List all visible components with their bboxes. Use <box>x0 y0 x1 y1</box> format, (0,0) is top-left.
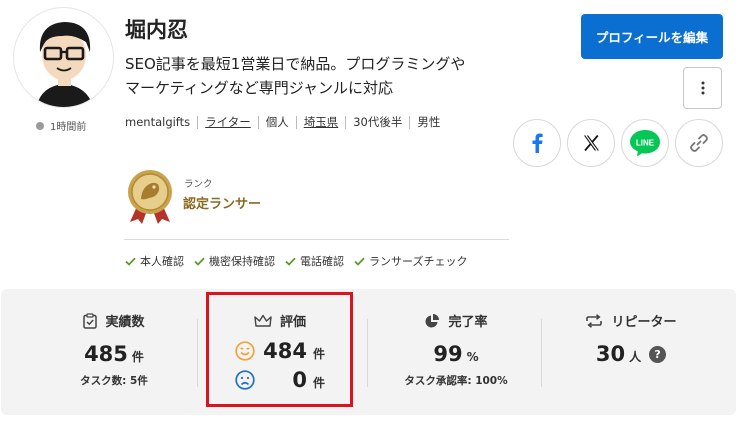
edit-profile-button[interactable]: プロフィールを編集 <box>581 14 723 59</box>
sad-face-icon <box>235 370 255 390</box>
last-login-status: 1時間前 <box>36 118 86 133</box>
meta-divider <box>345 115 347 129</box>
stat-achievements-unit: 件 <box>131 350 144 364</box>
check-icon <box>125 257 136 266</box>
profile-name: 堀内忍 <box>125 18 188 42</box>
verification-item: ランサーズチェック <box>354 253 467 269</box>
more-vertical-icon <box>701 81 704 95</box>
meta-role-link[interactable]: ライター <box>205 114 251 130</box>
stat-completion: 完了率 99 % タスク承認率: 100% <box>376 289 536 415</box>
check-icon <box>354 257 365 266</box>
section-divider <box>124 239 509 240</box>
stat-achievements: 実績数 485 件 タスク数: 5件 <box>34 289 194 415</box>
meta-age: 30代後半 <box>353 115 403 129</box>
meta-prefecture-link[interactable]: 埼玉県 <box>304 114 339 130</box>
verification-label: 機密保持確認 <box>209 255 275 268</box>
link-icon <box>690 134 708 152</box>
stat-task-count: タスク数: 5件 <box>80 375 148 387</box>
stat-repeater-unit: 人 <box>629 350 642 364</box>
verification-list: 本人確認 機密保持確認 電話確認 ランサーズチェック <box>125 253 467 269</box>
help-icon[interactable]: ? <box>649 345 667 363</box>
crown-icon <box>254 314 272 327</box>
verification-label: 本人確認 <box>140 255 184 268</box>
stat-achievements-number: 485 <box>84 342 128 366</box>
stat-completion-unit: % <box>466 350 479 364</box>
line-share-button[interactable]: LINE <box>621 119 669 167</box>
meta-gender: 男性 <box>417 115 441 129</box>
stat-repeater-title: リピーター <box>611 315 677 330</box>
pie-chart-icon <box>426 313 440 327</box>
profile-meta: mentalgifts ライター 個人 埼玉県 30代後半 男性 <box>125 114 440 130</box>
line-icon: LINE <box>630 130 660 157</box>
stat-title: 完了率 <box>424 311 488 330</box>
avatar <box>13 7 114 108</box>
stat-rating: 評価 484 件 0 件 <box>206 289 354 415</box>
meta-divider <box>257 115 259 129</box>
catchphrase-line-1: SEO記事を最短1営業日で納品。プログラミングや <box>125 55 466 73</box>
facebook-icon <box>532 133 543 153</box>
stat-achievements-title: 実績数 <box>105 315 145 330</box>
last-login-text: 1時間前 <box>50 122 87 133</box>
rating-bad-row: 0 件 <box>235 368 325 392</box>
rating-good-count: 484 <box>263 339 307 363</box>
smile-face-icon <box>235 341 255 361</box>
stat-completion-title: 完了率 <box>448 315 488 330</box>
profile-catchphrase: SEO記事を最短1営業日で納品。プログラミングや マーケティングなど専門ジャンル… <box>125 52 520 100</box>
stat-completion-number: 99 <box>433 342 463 366</box>
x-share-button[interactable] <box>567 119 615 167</box>
rating-bad-unit: 件 <box>312 376 325 390</box>
stat-value: 30 人 ? <box>595 342 667 366</box>
verification-item: 本人確認 <box>125 253 184 269</box>
stat-divider <box>367 319 368 387</box>
rank-name: 認定ランサー <box>183 197 262 212</box>
verification-item: 電話確認 <box>285 253 344 269</box>
verification-item: 機密保持確認 <box>194 253 275 269</box>
verification-label: 電話確認 <box>300 255 344 268</box>
check-icon <box>194 257 205 266</box>
stat-rating-title: 評価 <box>279 315 306 330</box>
stat-divider <box>197 319 198 387</box>
copy-link-button[interactable] <box>675 119 723 167</box>
verification-label: ランサーズチェック <box>369 255 468 268</box>
stat-divider <box>541 319 542 387</box>
facebook-share-button[interactable] <box>513 119 561 167</box>
stat-title: 評価 <box>254 311 306 330</box>
rank-section: ランク 認定ランサー <box>125 168 261 224</box>
rating-good-row: 484 件 <box>235 339 325 363</box>
meta-type: 個人 <box>265 115 289 129</box>
stat-title: 実績数 <box>83 311 145 330</box>
stat-title: リピーター <box>585 311 677 330</box>
rating-good-unit: 件 <box>312 347 325 361</box>
meta-divider <box>409 115 411 129</box>
stat-repeater: リピーター 30 人 ? <box>551 289 711 415</box>
stat-value: 485 件 <box>84 342 144 366</box>
check-icon <box>285 257 296 266</box>
clipboard-check-icon <box>83 312 98 329</box>
rank-medal-icon <box>128 170 172 224</box>
rating-bad-count: 0 <box>292 368 307 392</box>
catchphrase-line-2: マーケティングなど専門ジャンルに対応 <box>125 79 394 97</box>
meta-divider <box>295 115 297 129</box>
repeat-icon <box>586 313 603 328</box>
line-icon-text: LINE <box>636 139 655 148</box>
stat-approval-rate: タスク承認率: 100% <box>404 375 508 387</box>
stats-panel: 実績数 485 件 タスク数: 5件 評価 484 件 0 件 完了率 99 %… <box>1 289 736 415</box>
x-logo-icon <box>583 135 599 151</box>
stat-value: 99 % <box>433 342 478 366</box>
rank-label: ランク <box>184 179 213 190</box>
more-options-button[interactable] <box>683 67 722 109</box>
stat-repeater-number: 30 <box>595 342 626 366</box>
rank-text: ランク 認定ランサー <box>183 176 261 212</box>
meta-username: mentalgifts <box>125 115 191 129</box>
status-dot-icon <box>36 121 44 130</box>
meta-divider <box>197 115 199 129</box>
